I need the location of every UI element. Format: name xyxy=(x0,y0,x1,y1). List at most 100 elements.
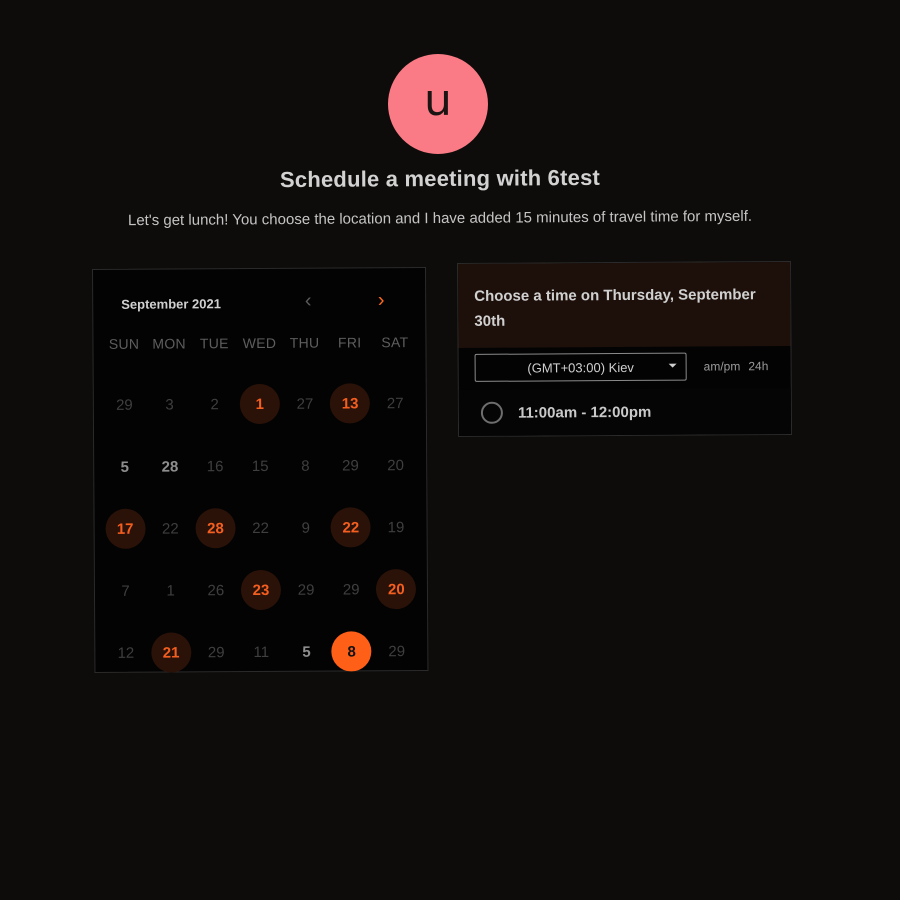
day-number: 29 xyxy=(342,456,359,474)
timezone-value: (GMT+03:00) Kiev xyxy=(527,359,634,376)
calendar-day: 15 xyxy=(237,435,283,497)
format-24h-option[interactable]: 24h xyxy=(748,359,768,373)
day-number: 21 xyxy=(150,632,192,673)
day-number: 5 xyxy=(120,458,129,476)
host-avatar: u xyxy=(388,54,488,154)
day-number: 23 xyxy=(240,569,282,611)
day-number: 17 xyxy=(105,508,146,549)
chevron-right-icon[interactable]: › xyxy=(369,288,393,312)
time-picker-title: Choose a time on Thursday, September 30t… xyxy=(474,286,756,330)
calendar-day[interactable]: 1 xyxy=(237,373,283,435)
time-format-toggle: am/pm 24h xyxy=(704,359,769,373)
meeting-description: Let's get lunch! You choose the location… xyxy=(127,207,753,230)
page-title: Schedule a meeting with 6test xyxy=(279,164,601,193)
calendar-day: 29 xyxy=(374,620,420,682)
weekday-header-row: SUN MON TUE WED THU FRI SAT xyxy=(101,334,417,352)
calendar-day[interactable]: 21 xyxy=(148,621,194,683)
caret-down-icon xyxy=(668,363,677,368)
format-12h-option[interactable]: am/pm xyxy=(704,359,741,373)
calendar-day: 29 xyxy=(328,434,374,496)
date-picker-calendar: September 2021 ‹ › SUN MON TUE WED THU FRI SAT… xyxy=(92,266,429,673)
day-number: 13 xyxy=(329,383,371,424)
calendar-day: 29 xyxy=(283,559,329,621)
calendar-header: September 2021 ‹ › xyxy=(121,289,397,314)
day-number: 28 xyxy=(195,508,236,549)
calendar-day[interactable]: 28 xyxy=(193,497,239,559)
day-number: 29 xyxy=(388,642,406,660)
weekday-label: THU xyxy=(289,334,320,351)
month-label: September 2021 xyxy=(121,295,221,312)
calendar-day: 5 xyxy=(284,621,330,683)
calendar-day: 20 xyxy=(373,434,419,496)
calendar-day: 29 xyxy=(102,374,148,436)
calendar-day: 2 xyxy=(192,373,238,435)
weekday-label: SUN xyxy=(108,335,140,352)
weekday-label: SAT xyxy=(381,334,409,351)
calendar-day[interactable]: 20 xyxy=(374,558,420,620)
day-number: 22 xyxy=(252,519,269,537)
day-number: 16 xyxy=(206,457,224,475)
calendar-day: 29 xyxy=(328,558,374,620)
weekday-label: WED xyxy=(242,334,277,352)
day-number: 8 xyxy=(301,457,310,475)
day-number: 29 xyxy=(207,643,225,661)
day-number: 29 xyxy=(297,581,315,599)
day-number: 19 xyxy=(387,518,405,536)
day-number: 3 xyxy=(165,396,174,414)
day-number: 15 xyxy=(251,457,269,475)
weekday-label: TUE xyxy=(199,335,229,352)
calendar-day[interactable]: 17 xyxy=(102,498,148,560)
avatar-initial: u xyxy=(424,75,452,126)
chevron-left-icon[interactable]: ‹ xyxy=(296,289,320,313)
calendar-day: 29 xyxy=(193,621,239,683)
time-slot-label: 11:00am - 12:00pm xyxy=(517,403,652,422)
calendar-day: 9 xyxy=(283,497,329,559)
calendar-day[interactable]: 8 xyxy=(329,620,375,682)
day-number: 20 xyxy=(387,456,405,474)
timezone-row: (GMT+03:00) Kiev am/pm 24h xyxy=(474,350,777,384)
selected-day-number: 8 xyxy=(331,631,372,672)
calendar-day: 11 xyxy=(239,621,285,683)
day-number: 26 xyxy=(207,581,225,599)
day-number: 28 xyxy=(161,457,179,476)
day-number: 11 xyxy=(253,643,270,661)
day-number: 29 xyxy=(115,396,133,414)
calendar-day: 16 xyxy=(192,435,238,497)
calendar-days-grid: 29 3 2 1 27 13 27 5 28 16 15 8 29 20 17 22 28 22 9 22 19 7 1 26… xyxy=(102,372,420,684)
calendar-day: 7 xyxy=(103,560,149,622)
calendar-day[interactable]: 13 xyxy=(327,372,373,434)
day-number: 1 xyxy=(239,383,280,425)
calendar-day[interactable]: 23 xyxy=(238,559,284,621)
time-picker-panel: Choose a time on Thursday, September 30t… xyxy=(457,260,793,437)
calendar-day: 28 xyxy=(147,435,193,497)
day-number: 1 xyxy=(166,582,175,600)
day-number: 12 xyxy=(117,644,135,662)
calendar-day: 22 xyxy=(148,497,194,559)
day-number: 7 xyxy=(121,582,130,600)
calendar-day: 5 xyxy=(102,436,148,498)
radio-icon[interactable] xyxy=(480,401,503,424)
scheduling-page: u Schedule a meeting with 6test Let's ge… xyxy=(0,0,900,900)
calendar-day: 12 xyxy=(103,622,149,684)
weekday-label: MON xyxy=(152,335,186,352)
day-number: 20 xyxy=(376,569,417,610)
time-picker-header: Choose a time on Thursday, September 30t… xyxy=(458,261,791,348)
day-number: 5 xyxy=(302,643,311,661)
calendar-day: 1 xyxy=(148,559,194,621)
day-number: 2 xyxy=(210,395,219,413)
day-number: 22 xyxy=(161,519,179,538)
calendar-day[interactable]: 22 xyxy=(328,496,374,558)
calendar-day: 26 xyxy=(193,559,239,621)
time-slot-option[interactable]: 11:00am - 12:00pm xyxy=(458,387,792,436)
timezone-select[interactable]: (GMT+03:00) Kiev xyxy=(474,352,687,382)
calendar-day: 3 xyxy=(147,373,193,435)
day-number: 29 xyxy=(342,580,360,598)
calendar-day: 22 xyxy=(238,497,284,559)
day-number: 27 xyxy=(386,394,404,412)
day-number: 27 xyxy=(296,395,314,413)
day-number: 9 xyxy=(301,519,310,537)
day-number: 22 xyxy=(330,507,371,548)
calendar-day: 19 xyxy=(373,496,419,558)
calendar-day: 27 xyxy=(372,372,418,434)
weekday-label: FRI xyxy=(337,334,362,351)
